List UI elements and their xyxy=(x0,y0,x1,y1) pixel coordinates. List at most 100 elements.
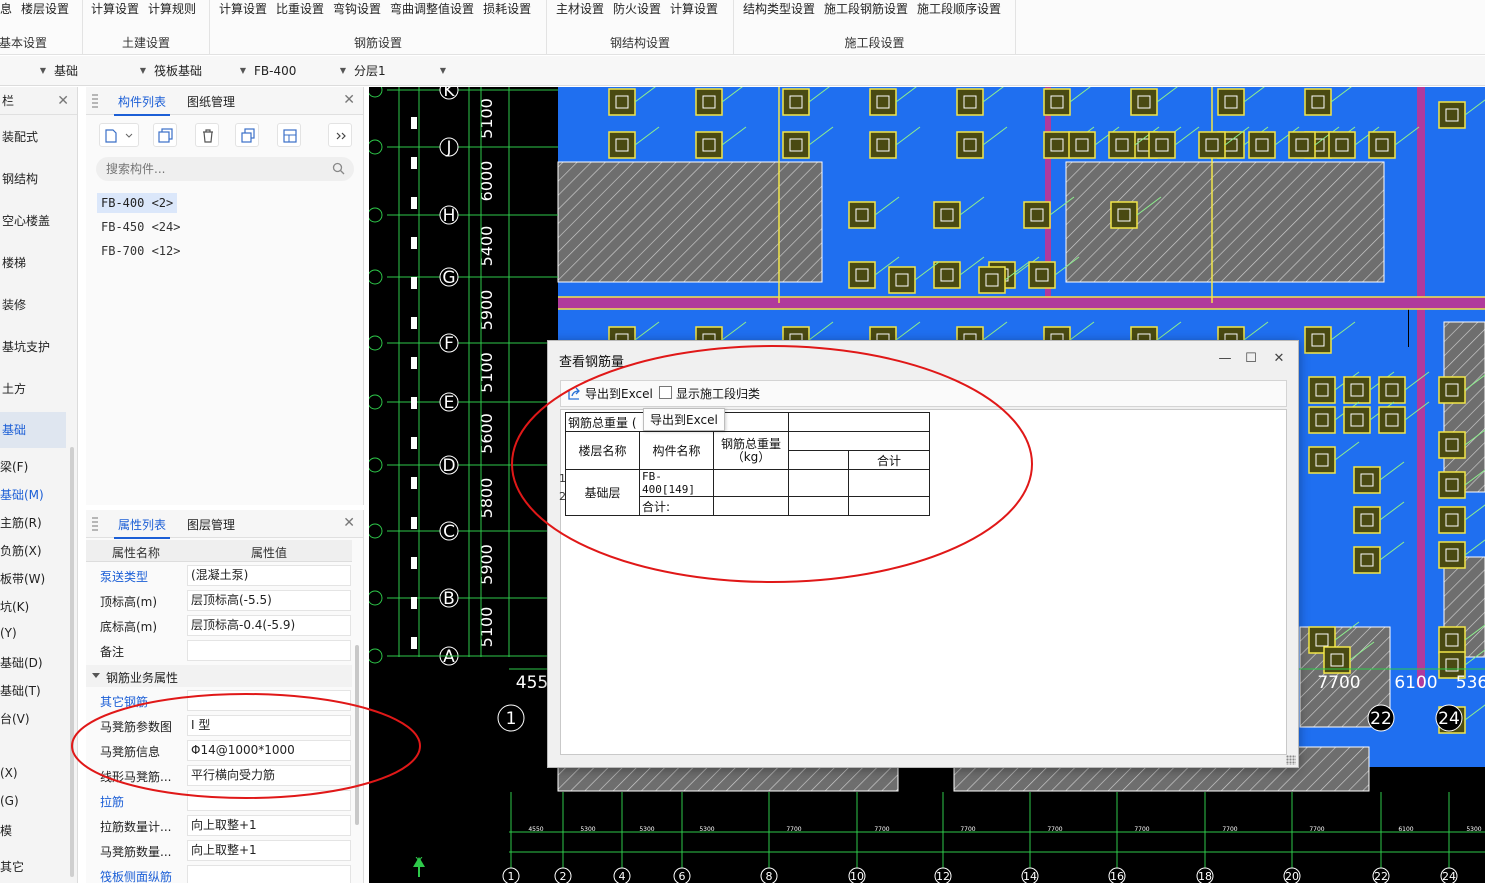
property-value[interactable]: 层顶标高-0.4(-5.9) xyxy=(187,615,351,636)
ribbon-item-section-rebar[interactable]: 施工段钢筋设置 xyxy=(824,2,908,16)
scrollbar[interactable] xyxy=(355,645,359,825)
nav-item[interactable]: 钢结构 xyxy=(2,170,38,187)
ribbon-item-bend-adjust[interactable]: 弯曲调整值设置 xyxy=(390,2,474,16)
minimize-icon[interactable]: — xyxy=(1215,349,1235,369)
resize-handle[interactable] xyxy=(1286,755,1296,765)
show-section-checkbox[interactable] xyxy=(659,386,672,399)
nav-subitem[interactable]: 负筋(X) xyxy=(0,542,42,559)
property-value[interactable]: 平行横向受力筋 xyxy=(187,765,351,786)
property-row[interactable]: 顶标高(m) 层顶标高(-5.5) xyxy=(86,588,352,613)
more-button[interactable] xyxy=(328,123,352,147)
nav-item[interactable]: 空心楼盖 xyxy=(2,212,50,229)
ribbon-item-calc-settings[interactable]: 计算设置 xyxy=(219,2,267,16)
close-icon[interactable]: ✕ xyxy=(343,92,355,108)
subtype-select[interactable]: 筏板基础 ▼ xyxy=(150,60,250,82)
component-item[interactable]: FB-400 <2> xyxy=(97,193,178,213)
nav-item[interactable]: 基坑支护 xyxy=(2,338,50,355)
nav-item[interactable]: 装配式 xyxy=(2,128,38,145)
property-value[interactable]: I 型 xyxy=(187,715,351,736)
nav-subitem[interactable]: 台(V) xyxy=(0,710,30,727)
ribbon-item[interactable]: 息 xyxy=(0,2,12,16)
property-value[interactable]: Φ14@1000*1000 xyxy=(187,740,351,761)
ribbon-item-floor-settings[interactable]: 楼层设置 xyxy=(21,2,69,16)
scrollbar[interactable] xyxy=(70,447,74,877)
category-select[interactable]: 基础 ▼ xyxy=(50,60,150,82)
nav-subitem[interactable]: 其它 xyxy=(0,858,24,875)
drag-handle-icon[interactable] xyxy=(92,94,98,108)
property-row[interactable]: 筏板侧面纵筋 xyxy=(86,863,352,883)
duplicate-button[interactable] xyxy=(235,123,259,147)
tick-mark xyxy=(411,597,417,609)
maximize-icon[interactable]: ☐ xyxy=(1241,349,1261,369)
property-value[interactable] xyxy=(187,790,351,811)
component-item[interactable]: FB-450 <24> xyxy=(97,217,184,237)
ribbon-item-density[interactable]: 比重设置 xyxy=(276,2,324,16)
nav-subitem[interactable]: 板带(W) xyxy=(0,570,45,587)
component-select[interactable]: FB-400 ▼ xyxy=(250,60,350,82)
tab-component-list[interactable]: 构件列表 xyxy=(113,93,171,116)
ribbon-item-hook[interactable]: 弯钩设置 xyxy=(333,2,381,16)
ribbon-item-loss[interactable]: 损耗设置 xyxy=(483,2,531,16)
nav-subitem[interactable]: 基础(T) xyxy=(0,682,41,699)
nav-subitem[interactable]: 基础(D) xyxy=(0,654,43,671)
close-icon[interactable]: ✕ xyxy=(1269,349,1289,369)
tab-property-list[interactable]: 属性列表 xyxy=(113,516,171,539)
property-row[interactable]: 备注 xyxy=(86,638,352,663)
property-value[interactable]: 向上取整+1 xyxy=(187,840,351,861)
search-icon[interactable] xyxy=(332,162,345,175)
property-row[interactable]: 马凳筋信息 Φ14@1000*1000 xyxy=(86,738,352,763)
close-icon[interactable]: ✕ xyxy=(343,515,355,531)
property-section[interactable]: 钢筋业务属性 xyxy=(86,665,352,687)
property-row[interactable]: 泵送类型 (混凝土泵) xyxy=(86,563,352,588)
tab-drawing-management[interactable]: 图纸管理 xyxy=(187,93,235,110)
ribbon-item-fireproof[interactable]: 防火设置 xyxy=(613,2,661,16)
property-row[interactable]: 拉筋 xyxy=(86,788,352,813)
property-value[interactable] xyxy=(187,640,351,661)
property-row[interactable]: 其它钢筋 xyxy=(86,688,352,713)
property-row[interactable]: 马凳筋参数图 I 型 xyxy=(86,713,352,738)
ribbon-item-calc-rules[interactable]: 计算规则 xyxy=(148,2,196,16)
nav-subitem[interactable]: 模 xyxy=(0,822,12,839)
floor-select[interactable]: ▼ xyxy=(0,60,50,82)
drag-handle-icon[interactable] xyxy=(92,517,98,531)
nav-item[interactable]: 楼梯 xyxy=(2,254,26,271)
nav-item[interactable]: 土方 xyxy=(2,380,26,397)
property-row[interactable]: 底标高(m) 层顶标高-0.4(-5.9) xyxy=(86,613,352,638)
nav-subitem[interactable]: 梁(F) xyxy=(0,458,28,475)
property-value[interactable] xyxy=(187,865,351,883)
nav-subitem[interactable]: (G) xyxy=(0,794,19,808)
nav-subitem[interactable]: (Y) xyxy=(0,626,17,640)
nav-item[interactable]: 基础 xyxy=(0,412,66,448)
export-excel-button[interactable]: 导出到Excel xyxy=(567,385,653,402)
property-value[interactable]: 层顶标高(-5.5) xyxy=(187,590,351,611)
search-input[interactable] xyxy=(96,157,354,181)
nav-subitem[interactable]: 主筋(R) xyxy=(0,514,42,531)
tab-layer-management[interactable]: 图层管理 xyxy=(187,516,235,533)
ribbon-item-calc-settings[interactable]: 计算设置 xyxy=(670,2,718,16)
layer-select[interactable]: 分层1 ▼ xyxy=(350,60,450,82)
nav-subitem[interactable]: 基础(M) xyxy=(0,486,44,503)
property-value[interactable]: (混凝土泵) xyxy=(187,565,351,586)
close-icon[interactable]: ✕ xyxy=(57,87,69,115)
nav-subitem[interactable]: (X) xyxy=(0,766,18,780)
copy-button[interactable] xyxy=(153,123,177,147)
component-item[interactable]: FB-700 <12> xyxy=(97,241,184,261)
tick-mark xyxy=(411,237,417,249)
column-outer xyxy=(848,201,876,229)
property-row[interactable]: 线形马凳筋... 平行横向受力筋 xyxy=(86,763,352,788)
column-outer xyxy=(1343,376,1371,404)
property-value[interactable] xyxy=(187,690,351,711)
nav-subitem[interactable]: 坑(K) xyxy=(0,598,29,615)
sort-button[interactable] xyxy=(277,123,301,147)
nav-item[interactable]: 装修 xyxy=(2,296,26,313)
delete-button[interactable] xyxy=(195,123,219,147)
row-number: 2 xyxy=(559,490,566,503)
new-component-button[interactable] xyxy=(99,123,139,147)
property-value[interactable]: 向上取整+1 xyxy=(187,815,351,836)
ribbon-item-structure-type[interactable]: 结构类型设置 xyxy=(743,2,815,16)
ribbon-item-calc-settings[interactable]: 计算设置 xyxy=(91,2,139,16)
ribbon-item-main-material[interactable]: 主材设置 xyxy=(556,2,604,16)
property-row[interactable]: 拉筋数量计... 向上取整+1 xyxy=(86,813,352,838)
property-row[interactable]: 马凳筋数量... 向上取整+1 xyxy=(86,838,352,863)
ribbon-item-section-order[interactable]: 施工段顺序设置 xyxy=(917,2,1001,16)
